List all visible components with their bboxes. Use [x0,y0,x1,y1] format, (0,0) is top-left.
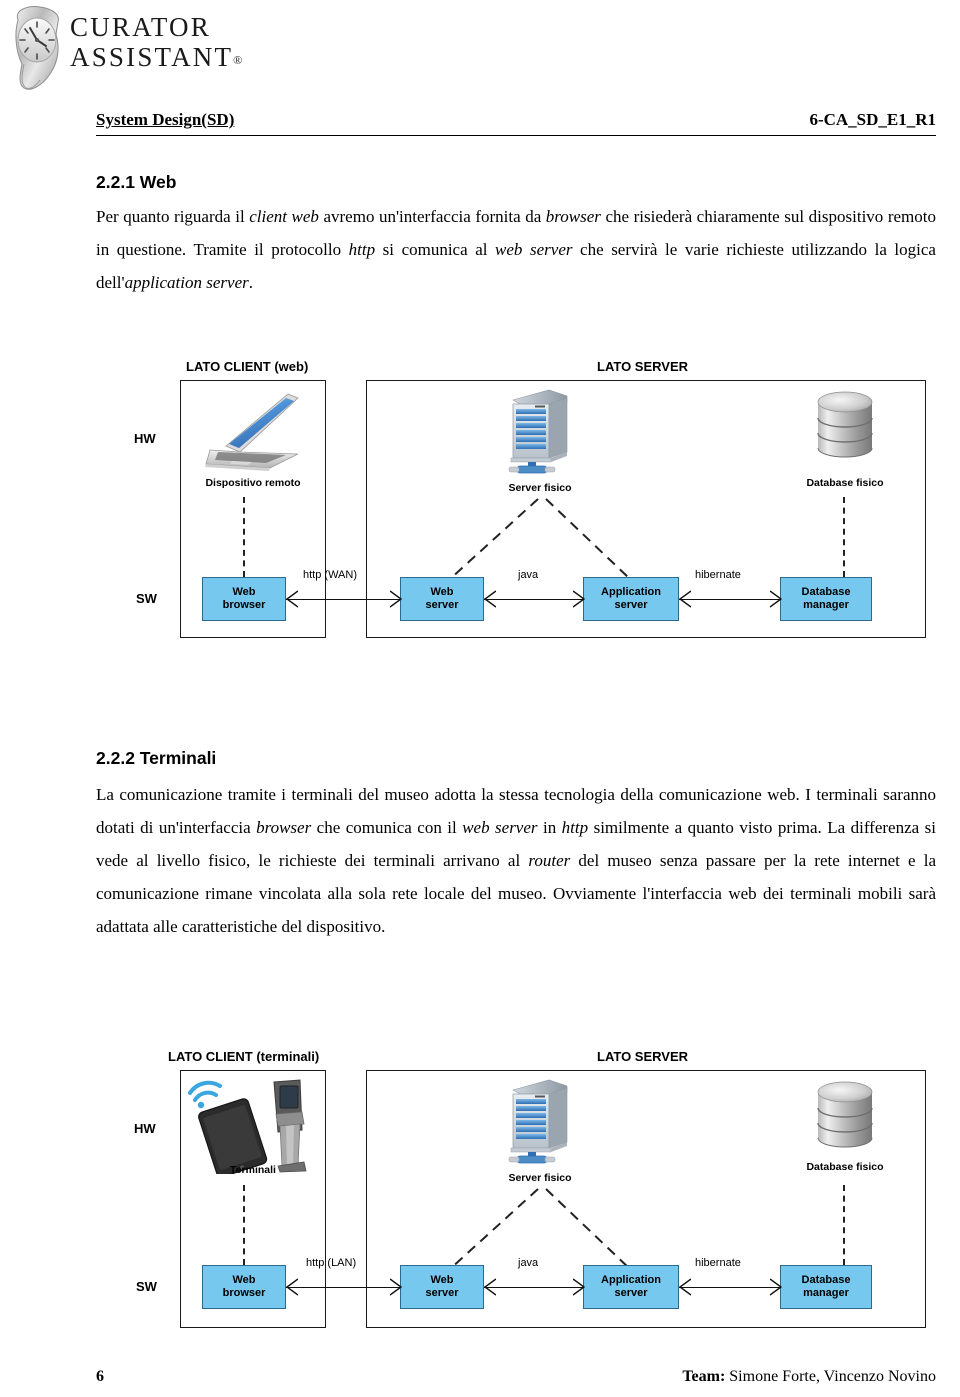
arrow-right-icon [573,1278,585,1296]
diagram2-sw-box-database-manager: Database manager [780,1265,872,1309]
laptop-icon [196,386,304,472]
diagram2-sw-label-0b: browser [222,1287,266,1299]
tablet-kiosk-wifi-icon [182,1074,310,1174]
diagram1-sw-label-2a: Application [601,586,661,598]
arrow-left-icon [286,590,298,608]
diagram2-server-title: LATO SERVER [597,1049,689,1064]
arrow-left-icon [679,590,691,608]
diagram2-connection-2 [679,1278,782,1298]
diagram2-row-label-sw: SW [136,1279,157,1294]
section-heading-222: 2.2.2 Terminali [96,748,217,768]
diagram1-hw-caption-0: Dispositivo remoto [205,477,301,489]
arrow-line-icon [484,1287,583,1288]
diagram2-dash-server-fan [430,1185,650,1275]
document-code: 6-CA_SD_E1_R1 [809,110,936,129]
diagram1-sw-label-0b: browser [222,599,266,611]
diagram1-sw-label-2b: server [614,599,648,611]
diagram2-dash-client [243,1185,245,1265]
database-cylinder-icon [812,1076,878,1156]
registered-mark-icon: ® [233,53,243,67]
diagram1-hw-caption-2: Database fisico [806,477,884,489]
diagram1-sw-box-web-browser: Web browser [202,577,286,621]
arrow-right-icon [390,1278,402,1296]
document-title: System Design(SD) [96,110,235,129]
diagram2-sw-box-application-server: Application server [583,1265,679,1309]
diagram2-sw-label-0a: Web [232,1274,256,1286]
brand-logo: CURATOR ASSISTANT® [8,4,308,94]
diagram1-dash-client [243,497,245,577]
arrow-left-icon [286,1278,298,1296]
logo-line-1: CURATOR [70,12,211,42]
arrow-left-icon [679,1278,691,1296]
diagram2-connection-label-0: http (LAN) [306,1257,357,1269]
diagram1-connection-label-0: http (WAN) [303,569,357,581]
arrow-line-icon [679,599,780,600]
diagram1-connection-label-2: hibernate [695,569,741,581]
diagram1-dash-server-fan [430,495,650,585]
diagram1-sw-label-3b: manager [803,599,849,611]
diagram1-client-title: LATO CLIENT (web) [186,359,309,374]
diagram1-row-label-sw: SW [136,591,157,606]
diagram1-dash-db [843,497,845,577]
diagram2-connection-label-2: hibernate [695,1257,741,1269]
diagram2-sw-label-2a: Application [601,1274,661,1286]
diagram2-sw-label-3a: Database [801,1274,851,1286]
diagram2-hw-caption-1: Server fisico [508,1172,572,1184]
server-rack-icon [503,382,577,478]
diagram1-connection-label-1: java [518,569,539,581]
diagram2-hw-caption-2: Database fisico [806,1161,884,1173]
diagram1-sw-label-1a: Web [430,586,454,598]
diagram1-sw-label-0a: Web [232,586,256,598]
arrow-line-icon [679,1287,780,1288]
server-rack-icon [503,1072,577,1168]
diagram2-sw-label-3b: manager [803,1287,849,1299]
diagram2-row-label-hw: HW [134,1121,156,1136]
diagram2-sw-box-web-browser: Web browser [202,1265,286,1309]
diagram1-hw-caption-1: Server fisico [508,482,572,494]
arrow-right-icon [770,590,782,608]
diagram1-connection-2 [679,590,782,610]
diagram2-connection-1 [484,1278,585,1298]
footer-team: Team: Simone Forte, Vincenzo Novino [682,1368,936,1386]
melting-clock-icon [8,4,72,96]
section-paragraph-221: Per quanto riguarda il client web avremo… [96,207,936,292]
arrow-right-icon [390,590,402,608]
diagram2-sw-box-web-server: Web server [400,1265,484,1309]
diagram2-connection-label-1: java [518,1257,539,1269]
document-header: System Design(SD) 6-CA_SD_E1_R1 [96,110,936,136]
diagram1-sw-label-1b: server [425,599,459,611]
arrow-right-icon [573,590,585,608]
logo-line-2-text: ASSISTANT [70,42,234,72]
diagram1-sw-box-database-manager: Database manager [780,577,872,621]
diagram2-connection-0 [286,1278,402,1298]
diagram1-connection-1 [484,590,585,610]
diagram2-client-title: LATO CLIENT (terminali) [168,1049,320,1064]
diagram1-sw-box-application-server: Application server [583,577,679,621]
arrow-left-icon [484,590,496,608]
diagram2-hw-caption-0: Terminali [230,1164,276,1176]
footer-page-number: 6 [96,1368,104,1385]
diagram2-sw-label-1a: Web [430,1274,454,1286]
diagram1-row-label-hw: HW [134,431,156,446]
section-paragraph-222: La comunicazione tramite i terminali del… [96,785,936,936]
diagram1-sw-box-web-server: Web server [400,577,484,621]
database-cylinder-icon [812,386,878,466]
diagram1-server-title: LATO SERVER [597,359,689,374]
diagram1-sw-label-3a: Database [801,586,851,598]
arrow-line-icon [286,1287,400,1288]
diagram2-dash-db [843,1185,845,1265]
logo-line-2: ASSISTANT® [70,42,242,75]
diagram1-connection-0 [286,590,402,610]
section-heading-221: 2.2.1 Web [96,172,177,192]
diagram2-sw-label-1b: server [425,1287,459,1299]
diagram2-sw-label-2b: server [614,1287,648,1299]
footer-team-names: Simone Forte, Vincenzo Novino [725,1368,936,1385]
arrow-line-icon [286,599,400,600]
arrow-line-icon [484,599,583,600]
arrow-left-icon [484,1278,496,1296]
footer-team-label: Team: [682,1368,726,1385]
arrow-right-icon [770,1278,782,1296]
